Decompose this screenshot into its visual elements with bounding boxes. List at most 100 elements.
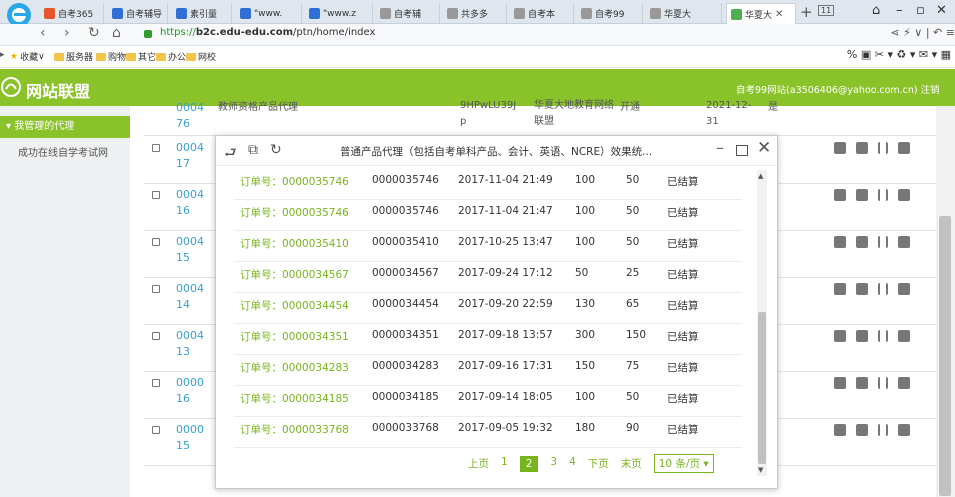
row-checkbox[interactable] xyxy=(152,332,160,340)
ad-icon[interactable] xyxy=(856,330,868,342)
page-3[interactable]: 3 xyxy=(550,456,557,472)
dialog-scrollbar[interactable]: ▲ ▼ xyxy=(757,170,767,476)
trash-icon[interactable] xyxy=(834,330,846,342)
report-icon[interactable] xyxy=(898,377,910,389)
new-tab-button[interactable]: + xyxy=(800,3,813,21)
scroll-down-icon[interactable]: ▼ xyxy=(758,466,763,474)
browser-tab[interactable]: 自考辅导 xyxy=(108,3,168,24)
bar-chart-icon[interactable] xyxy=(878,330,888,342)
page-size-select[interactable]: 10 条/页 ▾ xyxy=(653,454,714,473)
browser-tab[interactable]: 自考本 xyxy=(510,3,574,24)
ad-icon[interactable] xyxy=(856,424,868,436)
order-number[interactable]: 订单号：0000035410 xyxy=(240,236,349,251)
minimize-window-button[interactable]: – xyxy=(896,3,903,18)
browser-tools[interactable]: ⋖ ⚡ ∨ | ↶ ≡ xyxy=(890,26,955,39)
trash-icon[interactable] xyxy=(834,142,846,154)
dialog-close-button[interactable]: ✕ xyxy=(757,138,771,158)
trash-icon[interactable] xyxy=(834,236,846,248)
report-icon[interactable] xyxy=(898,236,910,248)
refresh-icon[interactable]: ↻ xyxy=(88,25,100,41)
bar-chart-icon[interactable] xyxy=(878,377,888,389)
bookmark-folder-office[interactable]: 办公 xyxy=(156,50,186,63)
page-scrollbar-thumb[interactable] xyxy=(939,216,951,496)
shirt-skin-icon[interactable]: ⌂ xyxy=(872,3,880,18)
bar-chart-icon[interactable] xyxy=(878,236,888,248)
report-icon[interactable] xyxy=(898,189,910,201)
dialog-maximize-button[interactable] xyxy=(736,145,748,156)
forward-button[interactable]: › xyxy=(64,25,70,41)
sidebar-item-online-exam[interactable]: 成功在线自学考试网 xyxy=(18,144,108,159)
user-account-link[interactable]: 自考99网站(a3506406@yahoo.com.cn) 注销 xyxy=(736,82,940,96)
row-checkbox[interactable] xyxy=(152,379,160,387)
report-icon[interactable] xyxy=(898,330,910,342)
row-id[interactable]: 0000 16 xyxy=(176,375,206,407)
pager-next[interactable]: 下页 xyxy=(588,456,609,471)
bar-chart-icon[interactable] xyxy=(878,189,888,201)
dialog-scrollbar-thumb[interactable] xyxy=(758,312,766,464)
row-id[interactable]: 0004 17 xyxy=(176,140,206,172)
tab-count-badge[interactable]: 11 xyxy=(818,5,835,16)
page-4[interactable]: 4 xyxy=(569,456,576,472)
order-number[interactable]: 订单号：0000034454 xyxy=(240,298,349,313)
bookmark-favorites[interactable]: ★ 收藏 ∨ xyxy=(10,50,45,64)
bar-chart-icon[interactable] xyxy=(878,142,888,154)
browser-tab[interactable]: 华夏大 ✕ xyxy=(726,3,796,24)
report-icon[interactable] xyxy=(898,424,910,436)
row-checkbox[interactable] xyxy=(152,144,160,152)
back-arrow-icon[interactable]: ⮐ xyxy=(224,142,237,166)
row-checkbox[interactable] xyxy=(152,426,160,434)
browser-tab[interactable]: 共多多 xyxy=(443,3,507,24)
restore-window-button[interactable]: ▫ xyxy=(916,3,925,18)
order-number[interactable]: 订单号：0000034567 xyxy=(240,267,349,282)
bookmark-folder-school[interactable]: 网校 xyxy=(186,50,216,63)
expand-icon[interactable]: ▸ xyxy=(0,50,5,60)
sidebar-group-managed-agents[interactable]: ▾ 我管理的代理 xyxy=(0,116,130,138)
popout-icon[interactable]: ⧉ xyxy=(248,142,258,158)
trash-icon[interactable] xyxy=(834,424,846,436)
dialog-minimize-button[interactable]: – xyxy=(716,138,724,157)
trash-icon[interactable] xyxy=(834,189,846,201)
url-field[interactable]: https://b2c.edu-edu.com/ptn/home/index xyxy=(160,27,375,38)
home-icon[interactable]: ⌂ xyxy=(112,25,121,41)
bar-chart-icon[interactable] xyxy=(878,283,888,295)
row-id[interactable]: 0004 15 xyxy=(176,234,206,266)
bar-chart-icon[interactable] xyxy=(878,424,888,436)
bookmark-folder-other[interactable]: 其它 xyxy=(126,50,156,63)
row-checkbox[interactable] xyxy=(152,238,160,246)
row-id[interactable]: 0004 14 xyxy=(176,281,206,313)
browser-tab[interactable]: 自考365 xyxy=(40,3,104,24)
page-2[interactable]: 2 xyxy=(519,455,539,472)
order-number[interactable]: 订单号：0000034185 xyxy=(240,391,349,406)
bookmark-folder-server[interactable]: 服务器 xyxy=(54,50,93,63)
row-id[interactable]: 0004 76 xyxy=(176,100,206,132)
browser-tab[interactable]: 自考辅 xyxy=(376,3,440,24)
browser-tab[interactable]: "www.z xyxy=(305,3,373,24)
order-number[interactable]: 订单号：0000035746 xyxy=(240,174,349,189)
order-number[interactable]: 订单号：0000033768 xyxy=(240,422,349,437)
bookmark-folder-shopping[interactable]: 购物 xyxy=(96,50,126,63)
page-1[interactable]: 1 xyxy=(501,456,508,472)
browser-tab[interactable]: "www. xyxy=(236,3,302,24)
order-number[interactable]: 订单号：0000034283 xyxy=(240,360,349,375)
row-id[interactable]: 0004 13 xyxy=(176,328,206,360)
ad-icon[interactable] xyxy=(856,142,868,154)
browser-tab[interactable]: 华夏大 xyxy=(646,3,722,24)
report-icon[interactable] xyxy=(898,142,910,154)
trash-icon[interactable] xyxy=(834,283,846,295)
scroll-up-icon[interactable]: ▲ xyxy=(758,172,763,180)
row-id[interactable]: 0004 16 xyxy=(176,187,206,219)
refresh-icon[interactable]: ↻ xyxy=(270,142,282,158)
ad-icon[interactable] xyxy=(856,236,868,248)
ad-icon[interactable] xyxy=(856,377,868,389)
ad-icon[interactable] xyxy=(856,189,868,201)
report-icon[interactable] xyxy=(898,283,910,295)
row-checkbox[interactable] xyxy=(152,285,160,293)
tab-close-icon[interactable]: ✕ xyxy=(775,9,783,20)
browser-tab[interactable]: 自考99 xyxy=(577,3,643,24)
browser-tab[interactable]: 素引量 xyxy=(172,3,232,24)
ad-icon[interactable] xyxy=(856,283,868,295)
pager-prev[interactable]: 上页 xyxy=(468,456,489,471)
page-scrollbar[interactable] xyxy=(936,106,955,497)
order-number[interactable]: 订单号：0000034351 xyxy=(240,329,349,344)
close-window-button[interactable]: ✕ xyxy=(936,3,947,18)
